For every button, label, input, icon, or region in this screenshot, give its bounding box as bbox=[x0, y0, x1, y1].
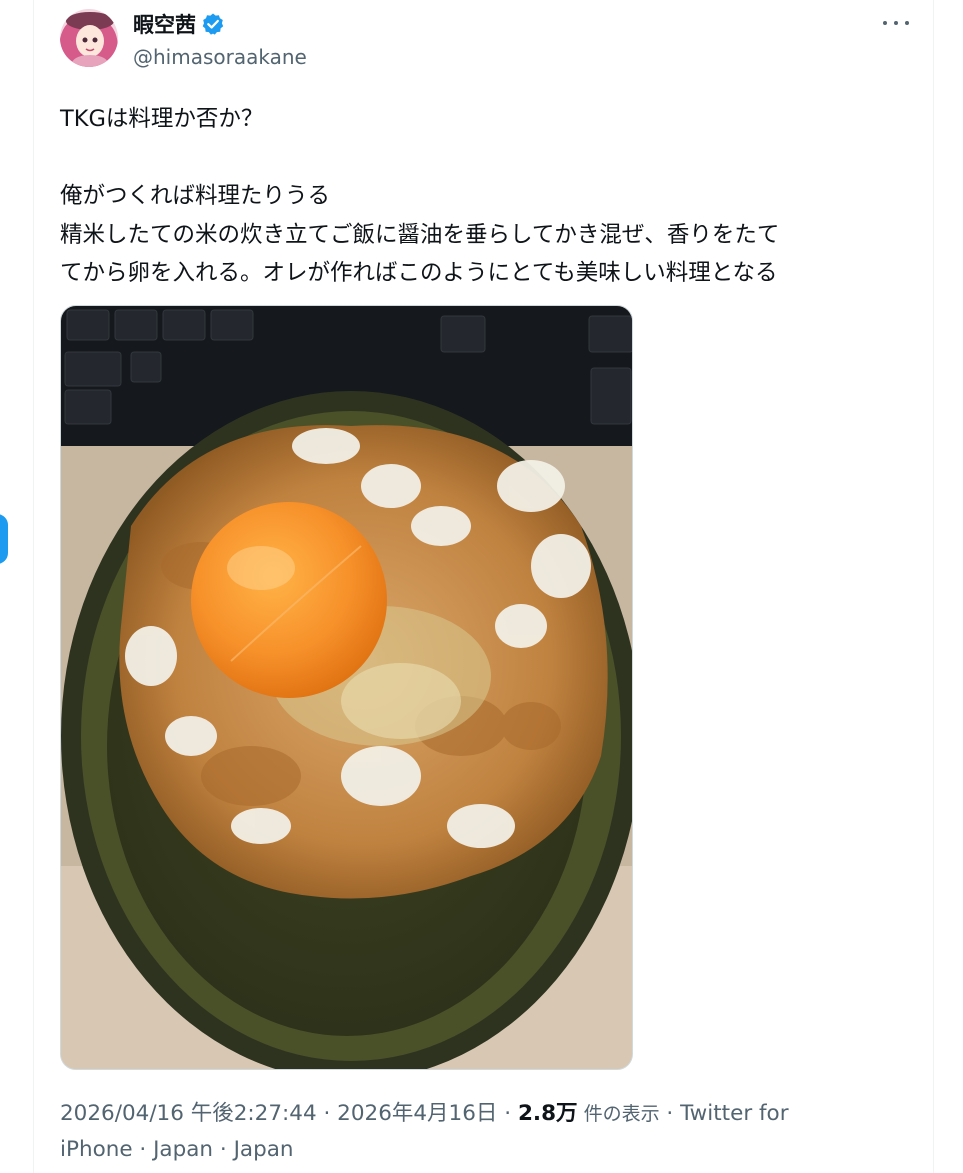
meta-separator: · bbox=[213, 1137, 234, 1162]
tweet-metadata: 2026/04/16 午後2:27:44 · 2026年4月16日 · 2.8万… bbox=[60, 1096, 860, 1167]
more-horizontal-icon[interactable] bbox=[883, 14, 909, 32]
meta-separator: · bbox=[132, 1137, 154, 1162]
source-label: Twitter for bbox=[680, 1101, 789, 1126]
more-dot bbox=[894, 21, 898, 25]
display-name[interactable]: 暇空茜 bbox=[133, 9, 196, 39]
tweet-line: てから卵を入れる。オレが作ればこのようにとても美味しい料理となる bbox=[60, 260, 778, 286]
meta-separator: · bbox=[497, 1101, 518, 1126]
meta-separator: · bbox=[659, 1101, 681, 1126]
views-count[interactable]: 2.8万 bbox=[518, 1101, 578, 1126]
more-dot bbox=[883, 21, 887, 25]
tweet-timestamp[interactable]: 2026/04/16 午後2:27:44 bbox=[60, 1101, 317, 1126]
tweet-line: 俺がつくれば料理たりうる bbox=[60, 183, 331, 209]
location-label: Japan bbox=[233, 1137, 294, 1162]
location-label: Japan bbox=[153, 1137, 214, 1162]
avatar[interactable] bbox=[60, 9, 118, 67]
tweet-photo[interactable] bbox=[60, 305, 633, 1070]
timeline-left-border bbox=[33, 0, 34, 1173]
tweet-text: TKGは料理か否か？ 俺がつくれば料理たりうる 精米したての米の炊き立てご飯に醤… bbox=[60, 100, 920, 293]
compose-button-edge[interactable] bbox=[0, 514, 8, 564]
source-label-continued: iPhone bbox=[60, 1137, 133, 1162]
timeline-right-border bbox=[933, 0, 934, 1173]
views-label: 件の表示 bbox=[577, 1103, 660, 1125]
meta-separator: · bbox=[316, 1101, 338, 1126]
egg-rice-bowl-illustration bbox=[61, 306, 632, 1069]
verified-badge-icon bbox=[201, 12, 225, 36]
tweet-date[interactable]: 2026年4月16日 bbox=[337, 1101, 497, 1126]
user-handle[interactable]: @himasoraakane bbox=[133, 45, 307, 69]
tweet-line: 精米したての米の炊き立てご飯に醤油を垂らしてかき混ぜ、香りをたて bbox=[60, 221, 780, 248]
more-dot bbox=[905, 21, 909, 25]
tweet-line: TKGは料理か否か？ bbox=[60, 106, 264, 132]
author-name-row[interactable]: 暇空茜 bbox=[133, 10, 225, 38]
